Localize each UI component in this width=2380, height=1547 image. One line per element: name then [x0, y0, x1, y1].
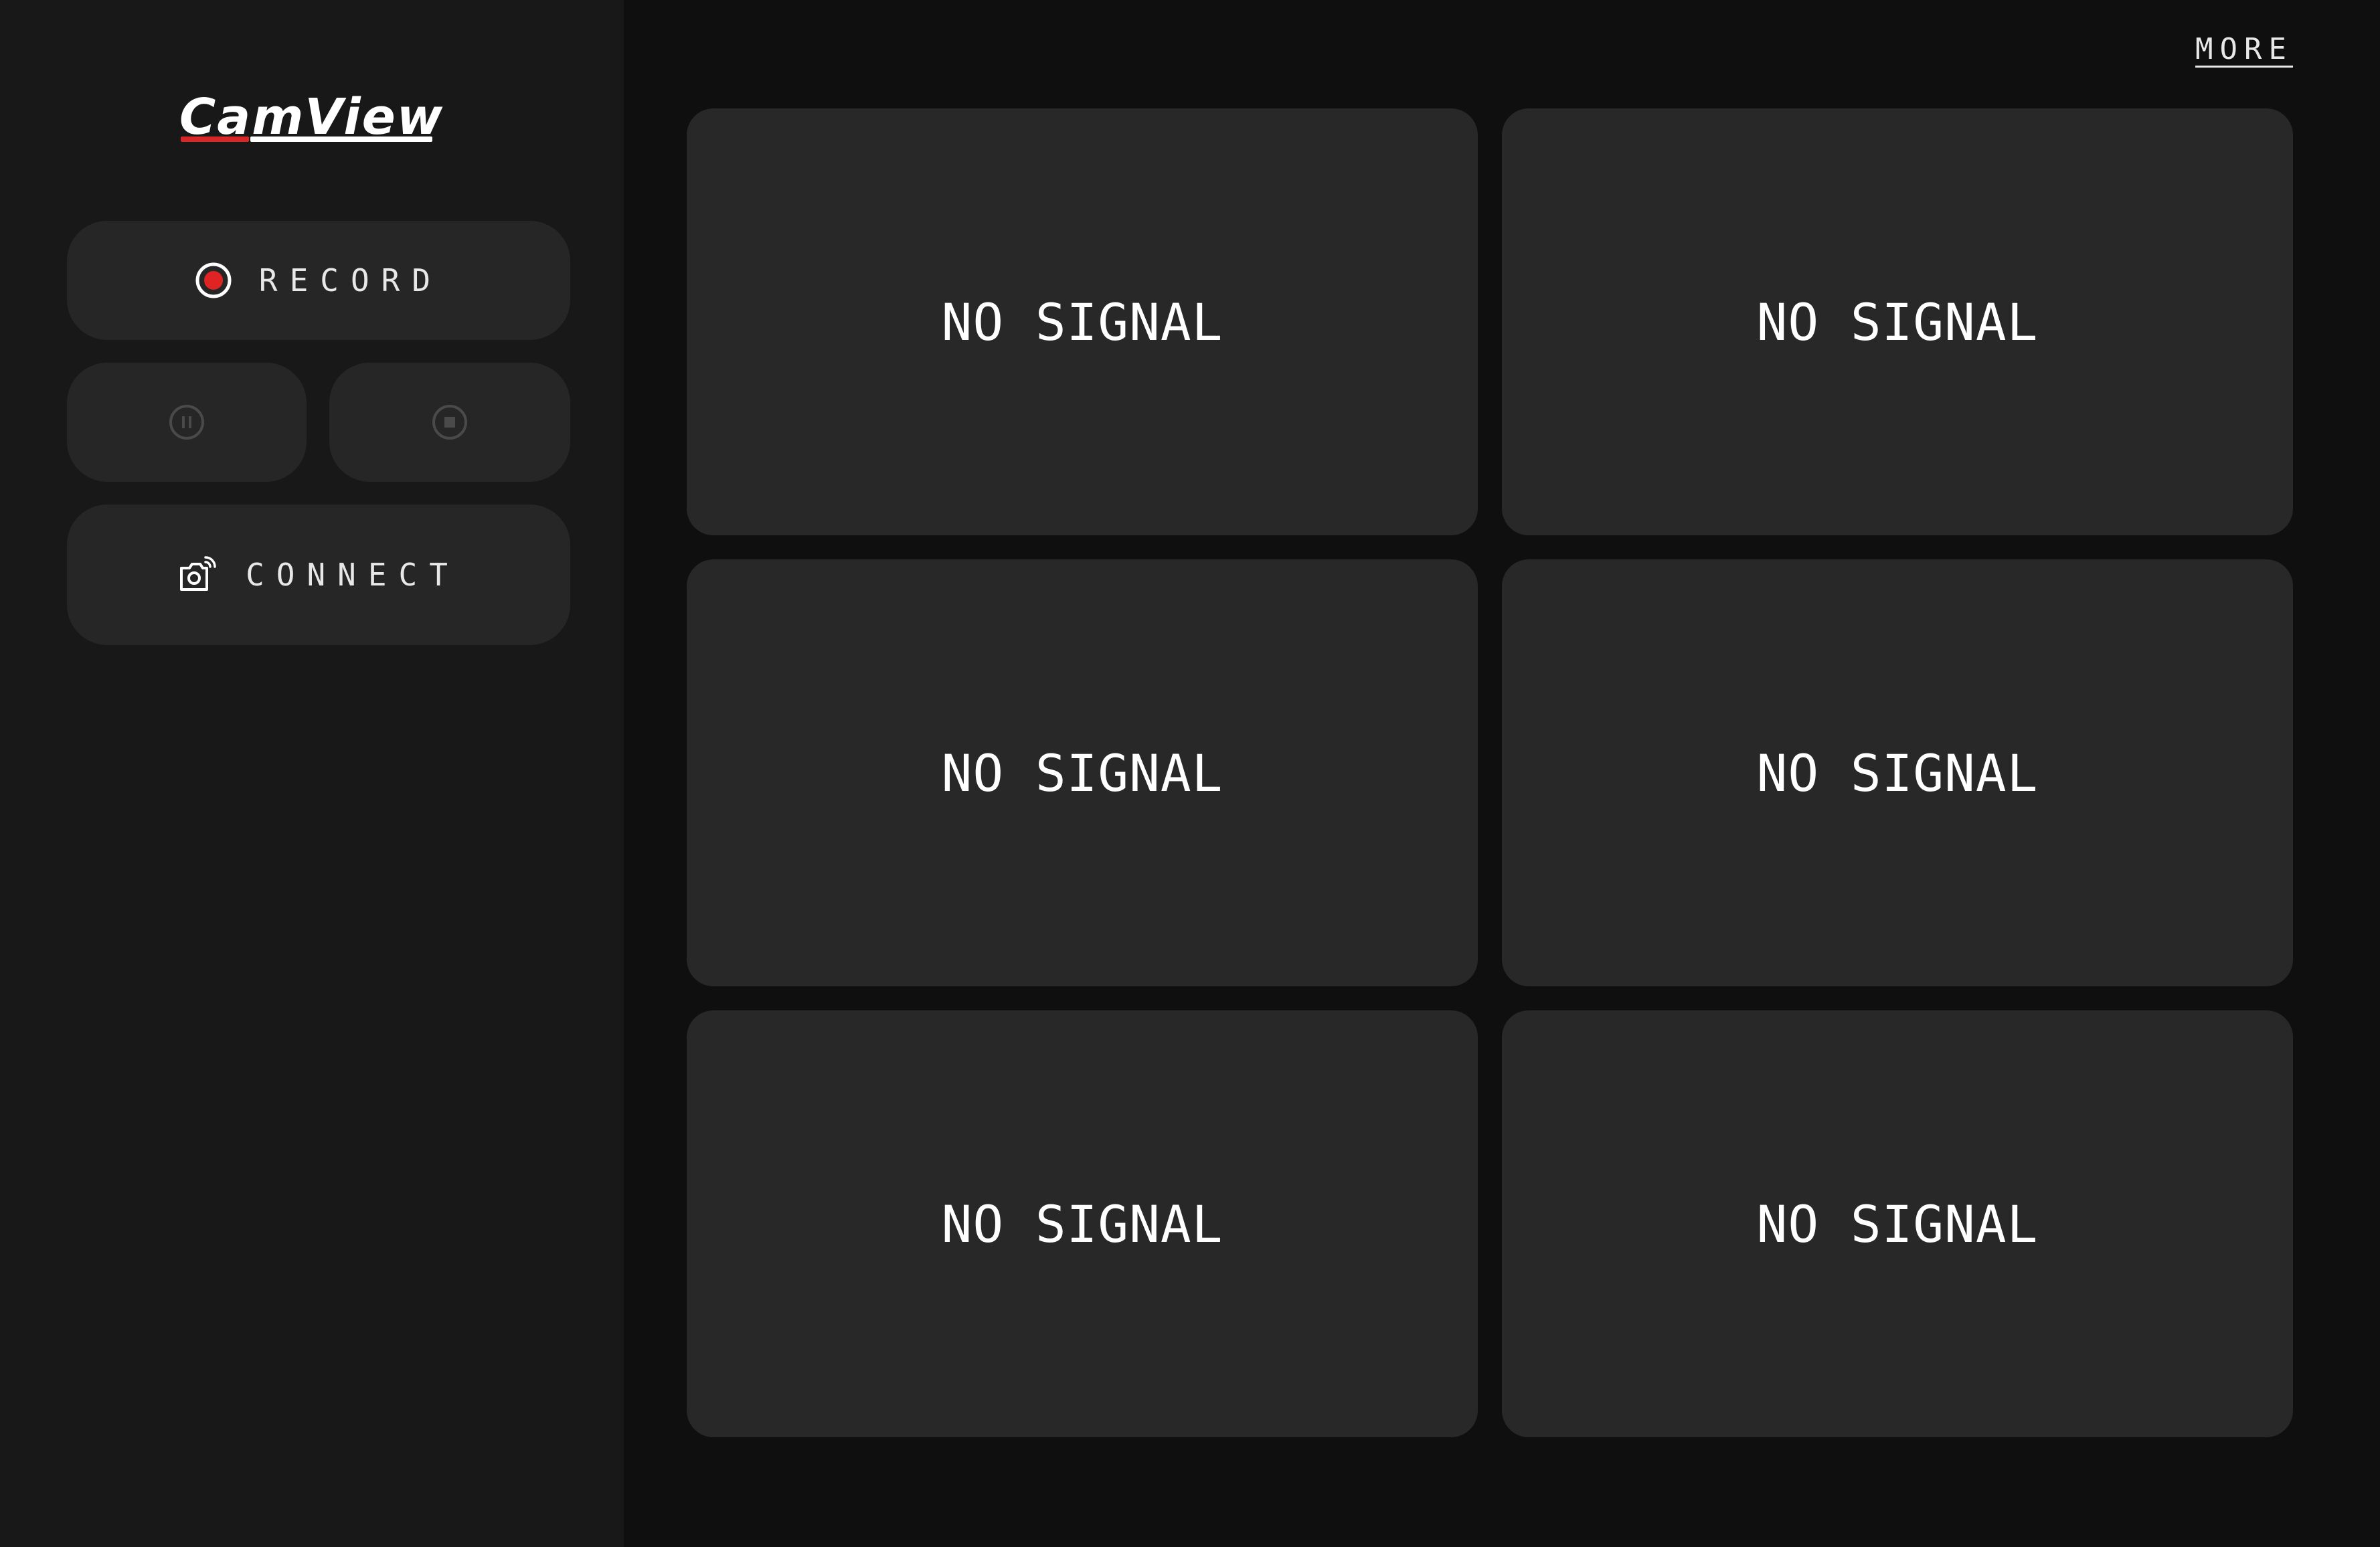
- logo-underline: [250, 136, 432, 142]
- tile-status: NO SIGNAL: [941, 743, 1223, 803]
- tile-status: NO SIGNAL: [941, 292, 1223, 352]
- pause-button[interactable]: [67, 363, 307, 482]
- camera-tile-6[interactable]: NO SIGNAL: [1502, 1010, 2293, 1437]
- camera-tile-4[interactable]: NO SIGNAL: [1502, 559, 2293, 986]
- camera-tile-1[interactable]: NO SIGNAL: [687, 108, 1478, 535]
- camera-connect-icon: [177, 555, 218, 595]
- connect-label: CONNECT: [246, 557, 460, 593]
- tile-status: NO SIGNAL: [1756, 1194, 2039, 1254]
- camview-logo: CamView: [179, 87, 447, 154]
- tile-status: NO SIGNAL: [1756, 743, 2039, 803]
- app-window: CamView RECORD CONNECT MORE NO SIGNAL NO…: [0, 0, 2380, 1547]
- camera-tile-3[interactable]: NO SIGNAL: [687, 559, 1478, 986]
- camera-tile-5[interactable]: NO SIGNAL: [687, 1010, 1478, 1437]
- camera-tile-2[interactable]: NO SIGNAL: [1502, 108, 2293, 535]
- record-icon: [195, 262, 232, 299]
- logo-underline-accent: [181, 136, 249, 142]
- more-link[interactable]: MORE: [2195, 32, 2293, 66]
- stop-button[interactable]: [329, 363, 570, 482]
- record-button[interactable]: RECORD: [67, 221, 570, 340]
- pause-icon: [168, 403, 205, 441]
- record-label: RECORD: [258, 262, 443, 298]
- tile-status: NO SIGNAL: [1756, 292, 2039, 352]
- sidebar: CamView RECORD CONNECT: [0, 0, 624, 1547]
- tile-status: NO SIGNAL: [941, 1194, 1223, 1254]
- stop-icon: [431, 403, 469, 441]
- connect-button[interactable]: CONNECT: [67, 505, 570, 645]
